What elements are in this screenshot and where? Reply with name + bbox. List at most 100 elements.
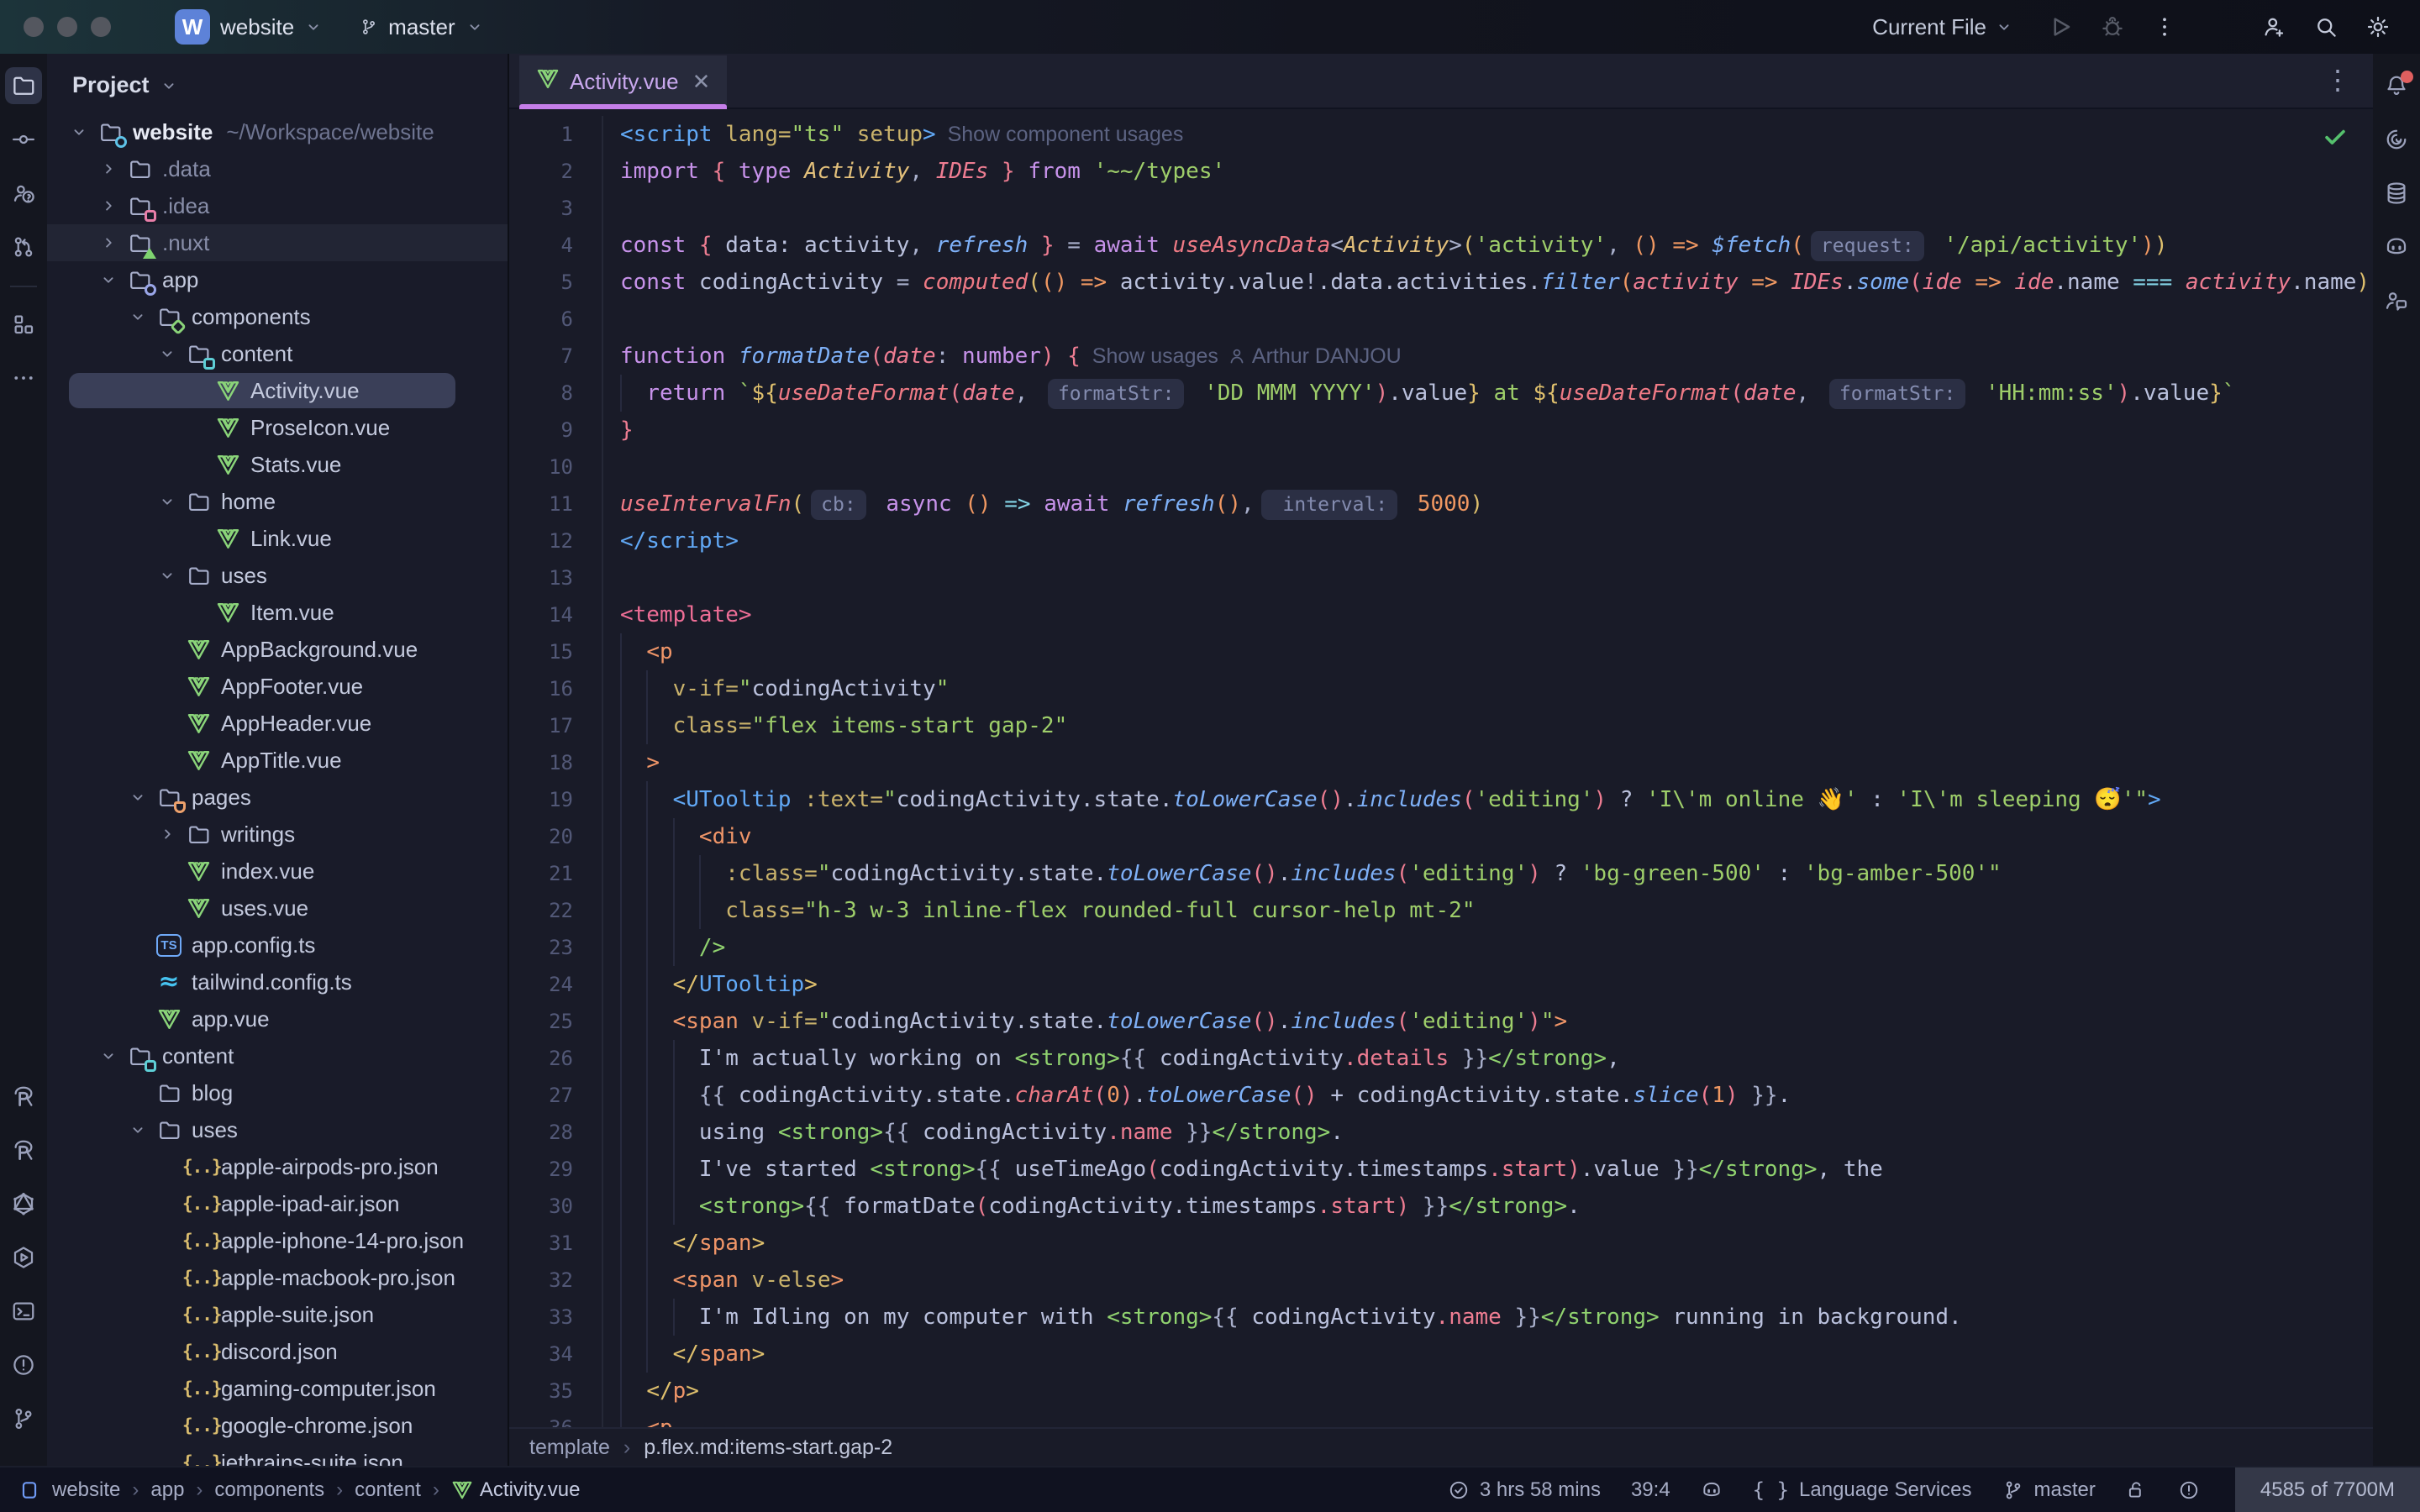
code-line-15[interactable]: 15 <p	[509, 633, 2373, 670]
tree-item-item-vue[interactable]: Item.vue	[47, 594, 508, 631]
tree-item-uses[interactable]: uses	[47, 557, 508, 594]
tree-item-content[interactable]: content	[47, 335, 508, 372]
code-line-1[interactable]: 1<script lang="ts" setup> Show component…	[509, 116, 2373, 153]
git-tool-icon[interactable]	[5, 1400, 42, 1437]
status-path-segment[interactable]: app	[150, 1478, 184, 1502]
code-line-19[interactable]: 19 <UTooltip :text="codingActivity.state…	[509, 781, 2373, 818]
code-line-3[interactable]: 3	[509, 190, 2373, 227]
more-tool-icon[interactable]	[5, 360, 42, 396]
code-line-4[interactable]: 4const { data: activity, refresh } = awa…	[509, 227, 2373, 264]
chevron-right-icon[interactable]	[93, 234, 124, 252]
minimize-button[interactable]	[57, 17, 77, 37]
memory-indicator[interactable]: 4585 of 7700M	[2235, 1467, 2420, 1512]
code-line-32[interactable]: 32 <span v-else>	[509, 1262, 2373, 1299]
tree-item-appheader-vue[interactable]: AppHeader.vue	[47, 705, 508, 742]
tab-activity-vue[interactable]: Activity.vue ✕	[519, 55, 727, 108]
project-panel-header[interactable]: Project	[47, 66, 508, 113]
database-icon[interactable]	[2378, 175, 2415, 212]
lock-widget[interactable]	[2126, 1479, 2148, 1501]
tree-item-google-chrome-json[interactable]: {..}google-chrome.json	[47, 1407, 508, 1444]
tree-item-index-vue[interactable]: index.vue	[47, 853, 508, 890]
tree-item-pages[interactable]: pages	[47, 779, 508, 816]
close-button[interactable]	[24, 17, 44, 37]
copilot-icon[interactable]	[2378, 228, 2415, 265]
tree-item-apple-macbook-pro-json[interactable]: {..}apple-macbook-pro.json	[47, 1259, 508, 1296]
tree-item-jetbrains-suite-json[interactable]: {..}jetbrains-suite.json	[47, 1444, 508, 1466]
code-line-17[interactable]: 17 class="flex items-start gap-2"	[509, 707, 2373, 744]
time-tracker-widget[interactable]: 3 hrs 58 mins	[1448, 1478, 1601, 1502]
breadcrumb-template[interactable]: template	[529, 1436, 610, 1460]
debug-icon[interactable]	[2094, 8, 2131, 45]
status-breadcrumb[interactable]: website›app›components›content›Activity.…	[18, 1478, 581, 1502]
chevron-right-icon[interactable]	[93, 197, 124, 215]
tree-item-activity-vue[interactable]: Activity.vue	[47, 372, 508, 409]
problems-tool-icon[interactable]	[5, 1347, 42, 1383]
folder-tool-icon[interactable]	[5, 67, 42, 104]
tree-item-gaming-computer-json[interactable]: {..}gaming-computer.json	[47, 1370, 508, 1407]
tree-item-appbackground-vue[interactable]: AppBackground.vue	[47, 631, 508, 668]
code-line-18[interactable]: 18 >	[509, 744, 2373, 781]
community-tool-icon[interactable]	[5, 175, 42, 212]
code-with-me-icon[interactable]	[2255, 8, 2292, 45]
run-tool-icon[interactable]	[5, 1239, 42, 1276]
code-line-33[interactable]: 33 I'm Idling on my computer with <stron…	[509, 1299, 2373, 1336]
tree-item--idea[interactable]: .idea	[47, 187, 508, 224]
chevron-down-icon[interactable]	[93, 1047, 124, 1065]
code-line-20[interactable]: 20 <div	[509, 818, 2373, 855]
code-line-36[interactable]: 36 <p	[509, 1410, 2373, 1427]
graphql-tool-icon[interactable]	[5, 1185, 42, 1222]
tree-item-app[interactable]: app	[47, 261, 508, 298]
git-branch-widget[interactable]: master	[2002, 1478, 2096, 1502]
chevron-right-icon[interactable]	[152, 825, 182, 843]
search-everywhere-icon[interactable]	[2307, 8, 2344, 45]
status-current-file[interactable]: Activity.vue	[451, 1478, 581, 1502]
code-line-26[interactable]: 26 I'm actually working on <strong>{{ co…	[509, 1040, 2373, 1077]
problems-widget[interactable]	[2178, 1479, 2200, 1501]
code-line-21[interactable]: 21 :class="codingActivity.state.toLowerC…	[509, 855, 2373, 892]
tree-item-home[interactable]: home	[47, 483, 508, 520]
chevron-right-icon[interactable]	[93, 160, 124, 178]
terminal-tool-icon[interactable]	[5, 1293, 42, 1330]
code-line-13[interactable]: 13	[509, 559, 2373, 596]
caret-position-widget[interactable]: 39:4	[1631, 1478, 1670, 1502]
run-config-selector[interactable]: Current File	[1872, 14, 2013, 40]
status-path-segment[interactable]: content	[355, 1478, 421, 1502]
code-line-12[interactable]: 12</script>	[509, 522, 2373, 559]
tree-item-uses-vue[interactable]: uses.vue	[47, 890, 508, 927]
tree-item-writings[interactable]: writings	[47, 816, 508, 853]
tree-item-link-vue[interactable]: Link.vue	[47, 520, 508, 557]
settings-icon[interactable]	[2360, 8, 2396, 45]
tree-item-apple-iphone-14-pro-json[interactable]: {..}apple-iphone-14-pro.json	[47, 1222, 508, 1259]
r-tool-icon[interactable]	[5, 1131, 42, 1168]
tree-item-app-config-ts[interactable]: TSapp.config.ts	[47, 927, 508, 963]
tree-item-content[interactable]: content	[47, 1037, 508, 1074]
chevron-down-icon[interactable]	[123, 1121, 153, 1139]
code-line-11[interactable]: 11useIntervalFn(cb: async () => await re…	[509, 486, 2373, 522]
tree-item--nuxt[interactable]: .nuxt	[47, 224, 508, 261]
pull-request-tool-icon[interactable]	[5, 228, 42, 265]
tree-item--data[interactable]: .data	[47, 150, 508, 187]
status-path-segment[interactable]: components	[214, 1478, 324, 1502]
tree-item-blog[interactable]: blog	[47, 1074, 508, 1111]
structure-tool-icon[interactable]	[5, 306, 42, 343]
code-line-27[interactable]: 27 {{ codingActivity.state.charAt(0).toL…	[509, 1077, 2373, 1114]
commit-tool-icon[interactable]	[5, 121, 42, 158]
chevron-down-icon[interactable]	[123, 788, 153, 806]
run-icon[interactable]	[2042, 8, 2079, 45]
copilot-status-icon[interactable]	[1701, 1479, 1723, 1501]
code-line-23[interactable]: 23 />	[509, 929, 2373, 966]
status-path-segment[interactable]: website	[52, 1478, 120, 1502]
code-line-14[interactable]: 14<template>	[509, 596, 2373, 633]
code-line-28[interactable]: 28 using <strong>{{ codingActivity.name …	[509, 1114, 2373, 1151]
code-line-2[interactable]: 2import { type Activity, IDEs } from '~~…	[509, 153, 2373, 190]
tree-item-components[interactable]: components	[47, 298, 508, 335]
code-line-6[interactable]: 6	[509, 301, 2373, 338]
notifications-icon[interactable]	[2378, 67, 2415, 104]
tree-item-stats-vue[interactable]: Stats.vue	[47, 446, 508, 483]
code-line-35[interactable]: 35 </p>	[509, 1373, 2373, 1410]
tree-item-proseicon-vue[interactable]: ProseIcon.vue	[47, 409, 508, 446]
tree-item-apple-ipad-air-json[interactable]: {..}apple-ipad-air.json	[47, 1185, 508, 1222]
code-line-31[interactable]: 31 </span>	[509, 1225, 2373, 1262]
chevron-down-icon[interactable]	[152, 344, 182, 363]
zoom-button[interactable]	[91, 17, 111, 37]
